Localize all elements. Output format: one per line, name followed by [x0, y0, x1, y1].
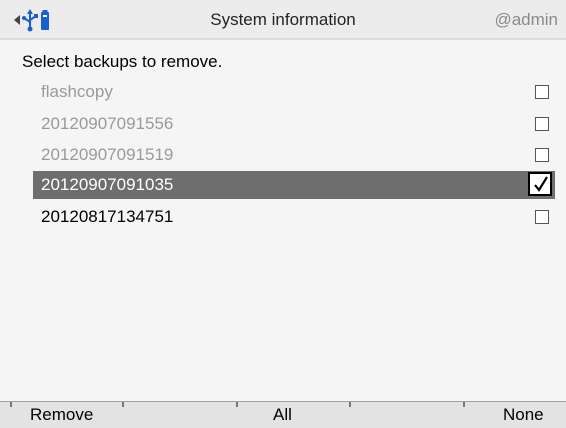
softkey-divider	[122, 402, 124, 407]
backup-label: 20120907091556	[41, 114, 174, 133]
softkey-divider	[463, 402, 465, 407]
backup-checkbox-checked[interactable]	[528, 172, 552, 196]
user-label: @admin	[494, 10, 558, 29]
softkey-divider	[236, 402, 238, 407]
softkey-divider	[349, 402, 351, 407]
backup-row-20120907091035[interactable]: 20120907091035	[33, 171, 555, 199]
header-bar: System information @admin	[0, 0, 566, 40]
backup-label: 20120907091519	[41, 145, 174, 164]
softkey-bar: Remove All None	[0, 401, 566, 428]
backup-row-20120817134751[interactable]: 20120817134751	[33, 203, 555, 231]
select-none-button[interactable]: None	[503, 402, 544, 428]
backup-checkbox[interactable]	[535, 85, 549, 99]
softkey-divider	[10, 402, 12, 407]
select-all-button[interactable]: All	[273, 402, 292, 428]
backup-row-20120907091519[interactable]: 20120907091519	[33, 141, 555, 169]
checkmark-icon	[534, 176, 548, 192]
backup-checkbox[interactable]	[535, 117, 549, 131]
remove-button[interactable]: Remove	[30, 402, 93, 428]
backup-row-20120907091556[interactable]: 20120907091556	[33, 110, 555, 138]
backup-label: 20120817134751	[41, 207, 174, 226]
backup-label: flashcopy	[41, 82, 113, 101]
page-title: System information	[210, 10, 356, 29]
system-information-screen: System information @admin Select backups…	[0, 0, 566, 428]
backup-row-flashcopy[interactable]: flashcopy	[33, 78, 555, 106]
instruction-text: Select backups to remove.	[22, 52, 223, 71]
backup-label: 20120907091035	[41, 175, 174, 194]
backup-checkbox[interactable]	[535, 148, 549, 162]
backup-checkbox[interactable]	[535, 210, 549, 224]
